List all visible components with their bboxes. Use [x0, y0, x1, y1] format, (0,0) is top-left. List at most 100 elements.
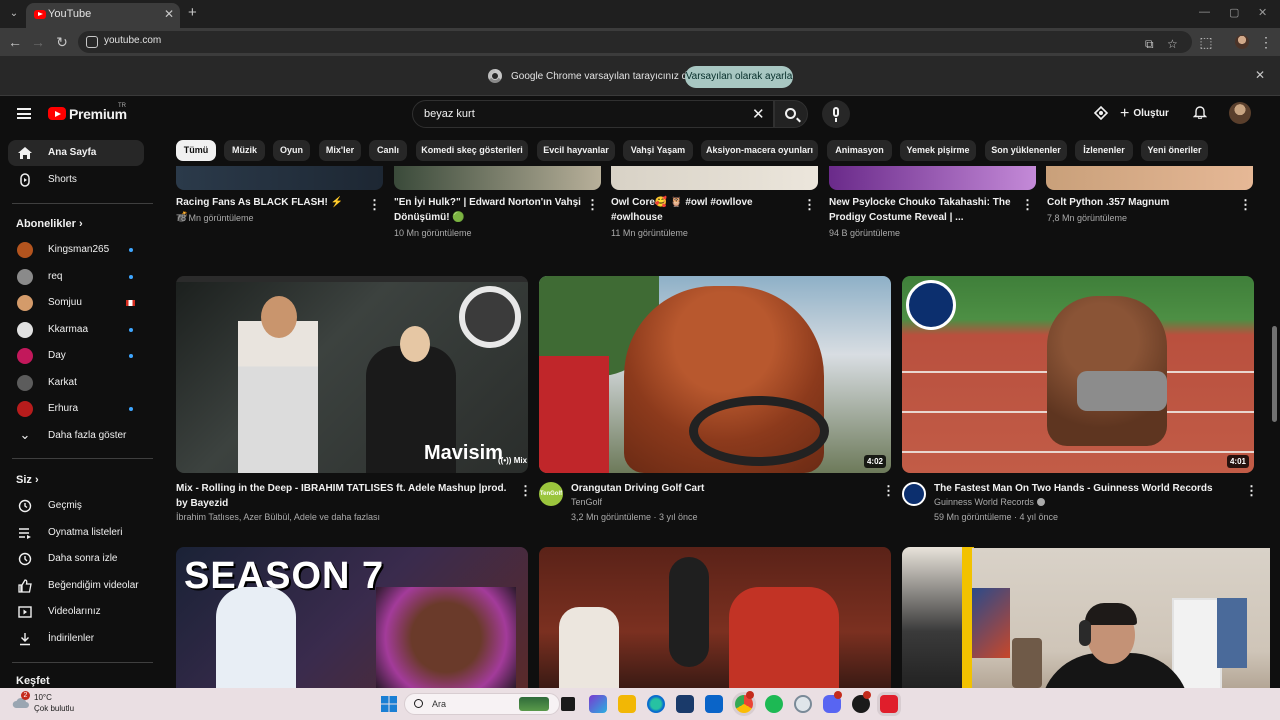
more-actions-icon[interactable]: ⋮ — [1245, 484, 1258, 497]
chip[interactable]: Canlı — [369, 140, 407, 161]
chip[interactable]: Yemek pişirme — [900, 140, 976, 161]
bookmark-star-icon[interactable]: ☆ — [1167, 37, 1178, 51]
video-thumbnail[interactable] — [1046, 166, 1253, 190]
task-view-icon[interactable] — [561, 697, 575, 711]
guide-menu-icon[interactable] — [17, 108, 31, 119]
chip[interactable]: İzlenenler — [1075, 140, 1133, 161]
subscriptions-heading[interactable]: Abonelikler › — [16, 218, 83, 230]
video-thumbnail[interactable] — [394, 166, 601, 190]
search-button[interactable] — [774, 100, 808, 128]
video-thumbnail[interactable] — [176, 166, 383, 190]
recorder-app-icon[interactable] — [880, 695, 898, 713]
chip[interactable]: Tümü — [176, 140, 216, 161]
spotify-icon[interactable] — [765, 695, 783, 713]
chip[interactable]: Vahşi Yaşam — [623, 140, 693, 161]
address-bar[interactable]: youtube.com ⧉ ☆ — [78, 31, 1192, 53]
sidebar-item-downloads[interactable]: İndirilenler — [8, 626, 144, 652]
file-explorer-icon[interactable] — [618, 695, 636, 713]
close-tab-icon[interactable]: ✕ — [164, 3, 174, 25]
subscription-item[interactable]: Somjuu — [8, 290, 144, 316]
video-thumbnail[interactable]: Mavisim ((•)) Mix — [176, 276, 528, 473]
video-thumbnail[interactable] — [539, 547, 891, 688]
subscription-item[interactable]: Erhura — [8, 396, 144, 422]
sidebar-item-watch-later[interactable]: Daha sonra izle — [8, 546, 144, 572]
new-tab-icon[interactable]: + — [188, 4, 197, 21]
you-heading[interactable]: Siz › — [16, 474, 39, 486]
chip[interactable]: Animasyon — [827, 140, 892, 161]
video-title[interactable]: New Psylocke Chouko Takahashi: The Prodig… — [829, 195, 1019, 225]
youtube-logo-icon[interactable] — [48, 107, 66, 120]
tab-search-icon[interactable]: ⌄ — [6, 6, 22, 22]
outlook-icon[interactable] — [705, 695, 723, 713]
more-actions-icon[interactable]: ⋮ — [586, 198, 599, 211]
more-actions-icon[interactable]: ⋮ — [803, 198, 816, 211]
more-actions-icon[interactable]: ⋮ — [368, 198, 381, 211]
video-thumbnail[interactable] — [829, 166, 1036, 190]
more-actions-icon[interactable]: ⋮ — [1239, 198, 1252, 211]
chip[interactable]: Yeni öneriler — [1141, 140, 1208, 161]
video-title[interactable]: Colt Python .357 Magnum — [1047, 195, 1227, 210]
video-title[interactable]: Orangutan Driving Golf Cart — [571, 481, 871, 496]
set-default-button[interactable]: Varsayılan olarak ayarla — [685, 66, 793, 88]
close-window-icon[interactable]: ✕ — [1258, 6, 1267, 19]
sidebar-item-liked[interactable]: Beğendiğim videolar — [8, 573, 144, 599]
subscription-item[interactable]: Day — [8, 343, 144, 369]
store-icon[interactable] — [676, 695, 694, 713]
subscription-item[interactable]: Karkat — [8, 370, 144, 396]
clear-search-icon[interactable]: ✕ — [752, 105, 765, 123]
subscription-item[interactable]: req — [8, 264, 144, 290]
video-title[interactable]: Mix - Rolling in the Deep - IBRAHIM TATL… — [176, 481, 516, 511]
edge-browser-icon[interactable] — [647, 695, 665, 713]
video-title[interactable]: Owl Core🥰 🦉 #owl #owllove #owlhouse — [611, 195, 791, 225]
sidebar-item-history[interactable]: Geçmiş — [8, 493, 144, 519]
network-app-icon[interactable] — [794, 695, 812, 713]
premium-sparkle-icon[interactable] — [1093, 106, 1109, 120]
site-info-icon[interactable] — [86, 36, 98, 48]
search-input[interactable]: beyaz kurt ✕ — [412, 100, 774, 128]
video-thumbnail[interactable] — [902, 547, 974, 688]
video-channel[interactable]: Guinness World Records — [934, 495, 1045, 510]
infobar-close-icon[interactable]: ✕ — [1255, 68, 1265, 82]
scrollbar-thumb[interactable] — [1272, 326, 1277, 422]
video-title[interactable]: The Fastest Man On Two Hands - Guinness … — [934, 481, 1234, 496]
sidebar-item-playlists[interactable]: Oynatma listeleri — [8, 520, 144, 546]
minimize-icon[interactable]: — — [1199, 6, 1210, 18]
chip[interactable]: Mix'ler — [319, 140, 361, 161]
account-avatar[interactable] — [1229, 102, 1251, 124]
reload-icon[interactable]: ↻ — [54, 34, 70, 50]
browser-menu-icon[interactable]: ⋮ — [1258, 34, 1274, 50]
browser-tab[interactable]: YouTube ✕ — [26, 3, 180, 28]
page-scrollbar[interactable] — [1270, 96, 1280, 688]
more-actions-icon[interactable]: ⋮ — [519, 484, 532, 497]
video-channel[interactable]: TenGolf — [571, 495, 602, 510]
chip[interactable]: Komedi skeç gösterileri — [416, 140, 528, 161]
extensions-icon[interactable]: ⬚ — [1198, 34, 1214, 50]
more-actions-icon[interactable]: ⋮ — [882, 484, 895, 497]
chip[interactable]: Son yüklenenler — [985, 140, 1067, 161]
sidebar-item-home[interactable]: Ana Sayfa — [8, 140, 144, 166]
widgets-app-icon[interactable] — [589, 695, 607, 713]
video-title[interactable]: "En İyi Hulk?" | Edward Norton'ın Vahşi D… — [394, 195, 584, 225]
sidebar-item-shorts[interactable]: Shorts — [8, 167, 144, 193]
video-thumbnail[interactable]: 4:02 — [539, 276, 891, 473]
profile-avatar[interactable] — [1235, 35, 1249, 49]
chip[interactable]: Müzik — [224, 140, 265, 161]
video-thumbnail[interactable]: 4:01 — [902, 276, 1254, 473]
taskbar-search[interactable]: Ara — [404, 693, 560, 715]
voice-search-button[interactable] — [822, 100, 850, 128]
forward-icon[interactable]: → — [30, 34, 46, 50]
chip[interactable]: Oyun — [273, 140, 310, 161]
channel-avatar[interactable]: TenGolf — [539, 482, 563, 506]
chip[interactable]: Evcil hayvanlar — [537, 140, 615, 161]
create-button[interactable]: + Oluştur — [1120, 102, 1176, 126]
notifications-bell-icon[interactable] — [1193, 105, 1207, 119]
chip[interactable]: Aksiyon-macera oyunları — [701, 140, 818, 161]
video-thumbnail[interactable]: SEASON 7 — [176, 547, 528, 688]
more-actions-icon[interactable]: ⋮ — [1021, 198, 1034, 211]
video-channel[interactable]: İbrahim Tatlıses, Azer Bülbül, Adele ve … — [176, 510, 380, 525]
sidebar-item-your-videos[interactable]: Videolarınız — [8, 599, 144, 625]
back-icon[interactable]: ← — [7, 34, 23, 50]
install-app-icon[interactable]: ⧉ — [1145, 37, 1154, 52]
show-more-button[interactable]: ⌄ Daha fazla göster — [8, 423, 144, 449]
subscription-item[interactable]: Kingsman265 — [8, 237, 144, 263]
